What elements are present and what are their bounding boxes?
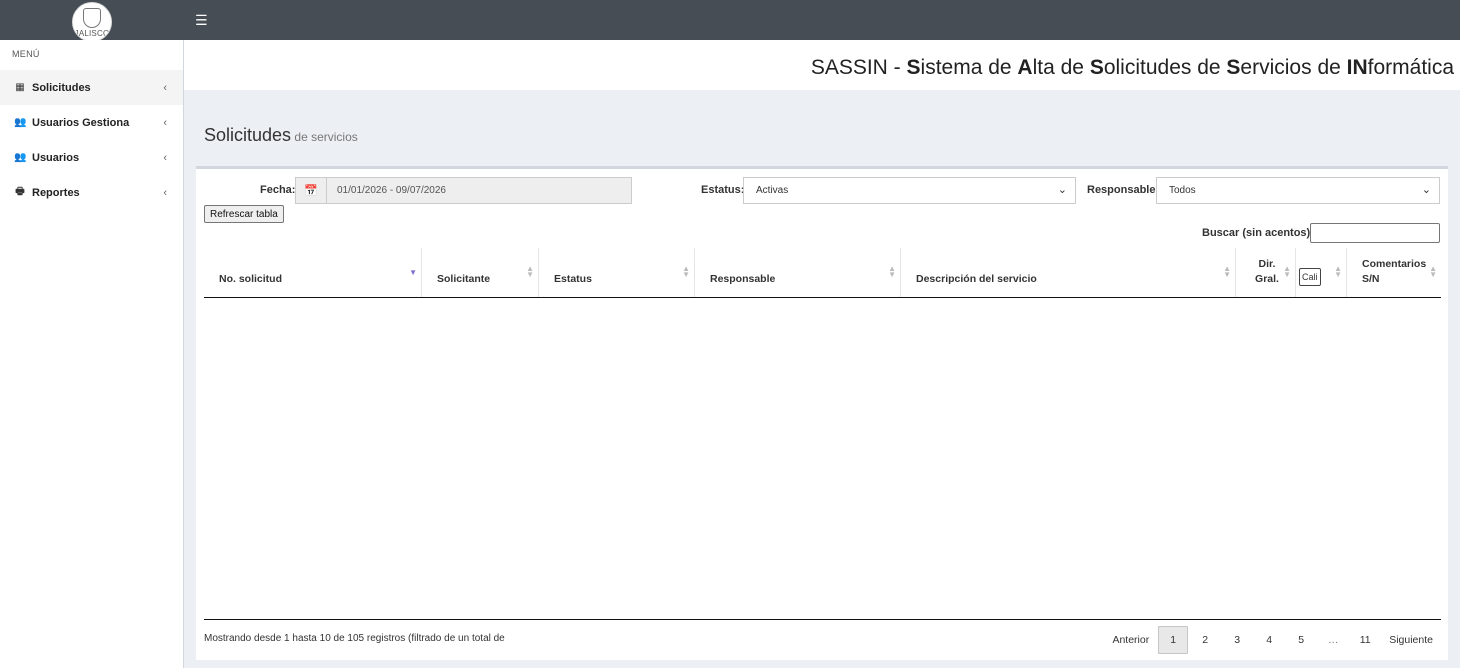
- sort-icon: ▲ ▼: [1334, 264, 1342, 279]
- search-label: Buscar (sin acentos):: [1202, 227, 1314, 239]
- app-title-segment: A: [1017, 56, 1033, 79]
- chevron-left-icon: ‹: [163, 151, 167, 164]
- chevron-down-icon: ⌄: [1057, 184, 1067, 196]
- jalisco-logo[interactable]: JALISCO: [72, 2, 112, 42]
- sidebar-item-label: Solicitudes: [32, 81, 91, 94]
- fecha-range-input[interactable]: [326, 177, 632, 204]
- page-subtitle: de servicios: [294, 130, 358, 144]
- crest-icon: [83, 8, 101, 28]
- logo-text: JALISCO: [74, 29, 110, 38]
- pagination-page[interactable]: 1: [1158, 626, 1189, 654]
- cali-label: Cali: [1299, 268, 1321, 286]
- column-header-comentarios[interactable]: Comentarios S/N ▲ ▼: [1347, 248, 1441, 297]
- pagination-page[interactable]: 2: [1190, 626, 1220, 654]
- sort-icon: ▲ ▼: [1429, 264, 1437, 279]
- sort-icon: ▲ ▼: [1283, 264, 1291, 279]
- sidebar-item-label: Usuarios: [32, 151, 80, 164]
- app-title-segment: ervicios de: [1240, 56, 1347, 79]
- sidebar-item-usuarios[interactable]: 👥 Usuarios ‹: [0, 140, 183, 175]
- pagination-page[interactable]: 5: [1286, 626, 1316, 654]
- responsable-selected-value: Todos: [1169, 185, 1196, 196]
- page-title: Solicitudes: [204, 125, 292, 145]
- pagination-page[interactable]: 4: [1254, 626, 1284, 654]
- estatus-selected-value: Activas: [756, 185, 789, 196]
- chevron-down-icon: ⌄: [1421, 184, 1431, 196]
- sidebar-item-solicitudes[interactable]: ▦ Solicitudes ‹: [0, 70, 183, 105]
- pagination: Anterior 1 2 3 4 5 … 11 Siguiente: [1103, 625, 1440, 655]
- table-header: No. solicitud ▼ Solicitante ▲ ▼ Estatus ▲…: [204, 248, 1441, 298]
- estatus-label: Estatus:: [701, 184, 745, 196]
- column-header-estatus[interactable]: Estatus ▲ ▼: [539, 248, 695, 297]
- app-title-segment: SASSIN -: [810, 56, 907, 79]
- search-input[interactable]: [1310, 223, 1440, 243]
- hamburger-icon[interactable]: ☰: [195, 12, 208, 29]
- app-title-segment: istema de: [920, 56, 1018, 79]
- pagination-next[interactable]: Siguiente: [1382, 626, 1440, 654]
- pagination-ellipsis: …: [1327, 634, 1339, 646]
- app-title-segment: S: [906, 56, 921, 79]
- app-title-segment: S: [1226, 56, 1241, 79]
- sort-desc-icon: ▼: [409, 268, 417, 277]
- app-title-segment: formática: [1367, 56, 1454, 79]
- print-icon: 🖶: [15, 186, 25, 197]
- sort-icon: ▲ ▼: [682, 264, 690, 279]
- table-info: Mostrando desde 1 hasta 10 de 105 regist…: [204, 633, 505, 644]
- column-header-cali[interactable]: Cali ▲ ▼: [1296, 248, 1347, 297]
- sidebar: MENÚ ▦ Solicitudes ‹ 👥 Usuarios Gestiona…: [0, 40, 184, 668]
- app-title-segment: lta de: [1032, 56, 1090, 79]
- responsable-select[interactable]: Todos ⌄: [1156, 177, 1440, 204]
- users-icon: 👥: [14, 152, 27, 163]
- users-icon: 👥: [14, 117, 27, 128]
- app-title-segment: S: [1089, 56, 1104, 79]
- app-title: SASSIN - Sistema de Alta de Solicitudes …: [811, 56, 1454, 80]
- chevron-left-icon: ‹: [163, 186, 167, 199]
- column-header-descripcion[interactable]: Descripción del servicio ▲ ▼: [901, 248, 1236, 297]
- table-footer-line: [204, 619, 1441, 620]
- chevron-left-icon: ‹: [163, 116, 167, 129]
- sidebar-item-label: Reportes: [32, 186, 80, 199]
- fecha-label: Fecha:: [260, 184, 296, 196]
- solicitudes-box: Fecha: 📅 Estatus: Activas ⌄ Responsable:…: [196, 166, 1448, 660]
- pagination-page[interactable]: 3: [1222, 626, 1252, 654]
- app-title-segment: olicitudes de: [1103, 56, 1227, 79]
- pagination-previous[interactable]: Anterior: [1105, 626, 1156, 654]
- refresh-table-button[interactable]: Refrescar tabla: [204, 205, 284, 223]
- top-navbar: JALISCO ☰: [0, 0, 1460, 42]
- estatus-select[interactable]: Activas ⌄: [743, 177, 1076, 204]
- column-header-dir-gral[interactable]: Dir. Gral. ▲ ▼: [1236, 248, 1296, 297]
- column-header-responsable[interactable]: Responsable ▲ ▼: [695, 248, 901, 297]
- sort-icon: ▲ ▼: [1223, 264, 1231, 279]
- sidebar-item-label: Usuarios Gestiona: [32, 116, 130, 129]
- pagination-page[interactable]: 11: [1350, 626, 1380, 654]
- sidebar-item-reportes[interactable]: 🖶 Reportes ‹: [0, 175, 183, 210]
- calendar-icon[interactable]: 📅: [295, 177, 327, 204]
- responsable-label: Responsable:: [1087, 184, 1160, 196]
- title-bar: SASSIN - Sistema de Alta de Solicitudes …: [184, 40, 1460, 90]
- sort-icon: ▲ ▼: [526, 264, 534, 279]
- column-header-solicitante[interactable]: Solicitante ▲ ▼: [422, 248, 539, 297]
- sidebar-item-usuarios-gestiona[interactable]: 👥 Usuarios Gestiona ‹: [0, 105, 183, 140]
- table-icon: ▦: [15, 82, 25, 93]
- content-header: Solicitudes de servicios: [204, 125, 358, 146]
- app-title-segment: IN: [1346, 56, 1368, 79]
- column-header-no-solicitud[interactable]: No. solicitud ▼: [204, 248, 422, 297]
- sort-icon: ▲ ▼: [888, 264, 896, 279]
- chevron-left-icon: ‹: [163, 81, 167, 94]
- menu-header: MENÚ: [12, 49, 40, 59]
